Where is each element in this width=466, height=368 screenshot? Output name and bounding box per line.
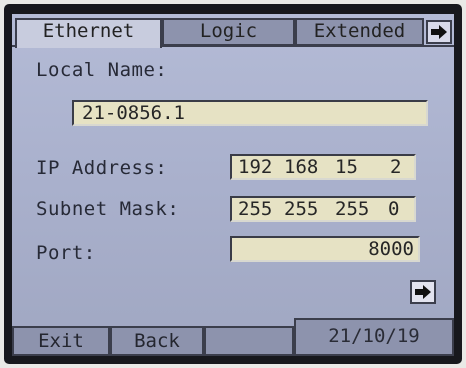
- port-field[interactable]: 8000: [230, 236, 420, 262]
- subnet-octet-1: 255: [238, 198, 273, 220]
- local-name-value: 21-0856.1: [82, 102, 185, 124]
- subnet-octet-3: 255: [335, 198, 370, 220]
- subnet-octet-4: 0: [388, 198, 400, 220]
- ip-octet-2: 168: [284, 156, 319, 178]
- back-button[interactable]: Back: [110, 326, 204, 356]
- blank-softkey-button[interactable]: [204, 326, 294, 356]
- right-arrow-icon: [431, 25, 447, 39]
- local-name-label: Local Name:: [36, 59, 168, 81]
- datetime-display: 21/10/19 07:47: [294, 318, 454, 356]
- tab-logic[interactable]: Logic: [162, 18, 295, 46]
- port-value: 8000: [368, 238, 414, 260]
- right-arrow-icon: [415, 285, 431, 299]
- hmi-screen: Logic Extended Ethernet Local Name: 21-0…: [12, 14, 454, 356]
- subnet-octet-2: 255: [284, 198, 319, 220]
- ip-octet-4: 2: [390, 156, 402, 178]
- next-page-button[interactable]: [410, 280, 436, 304]
- tab-scroll-button[interactable]: [426, 20, 452, 44]
- local-name-field[interactable]: 21-0856.1: [72, 100, 428, 126]
- ip-address-label: IP Address:: [36, 157, 168, 179]
- ip-address-field[interactable]: 192 168 15 2: [230, 154, 416, 180]
- subnet-mask-label: Subnet Mask:: [36, 198, 180, 220]
- ip-octet-1: 192: [238, 156, 273, 178]
- port-label: Port:: [36, 242, 96, 264]
- tab-ethernet[interactable]: Ethernet: [15, 18, 162, 48]
- tab-extended[interactable]: Extended: [295, 18, 424, 46]
- ip-octet-3: 15: [335, 156, 358, 178]
- exit-button[interactable]: Exit: [12, 326, 110, 356]
- subnet-mask-field[interactable]: 255 255 255 0: [230, 196, 416, 222]
